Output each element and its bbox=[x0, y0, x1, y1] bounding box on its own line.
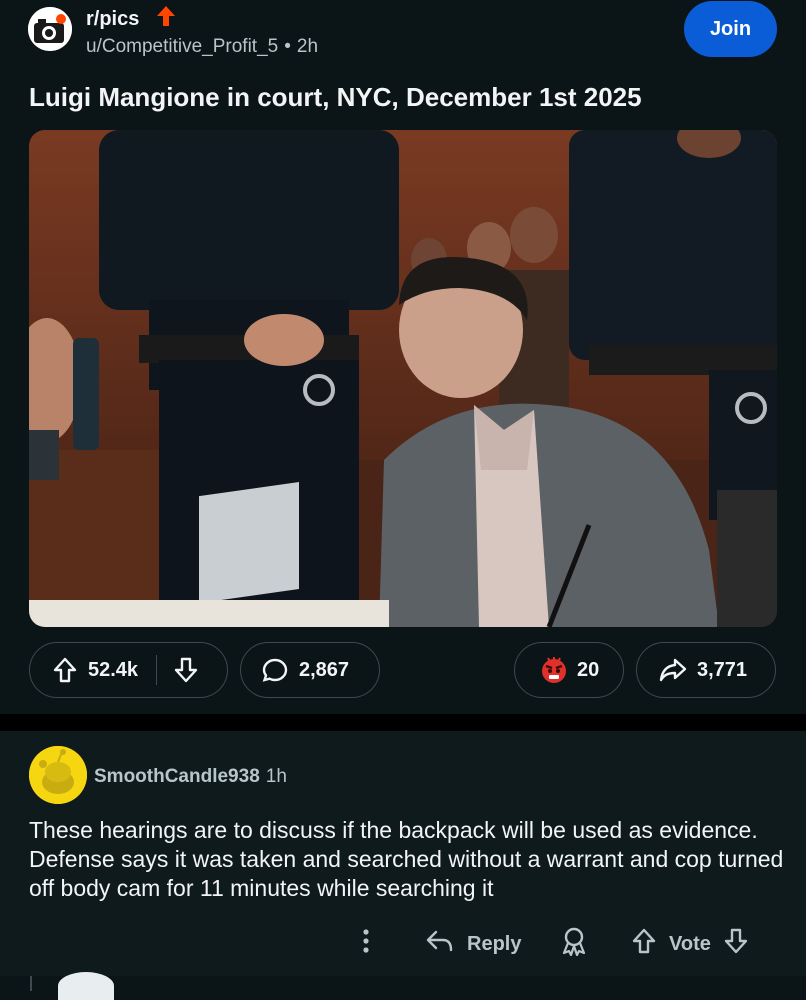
comment-body: These hearings are to discuss if the bac… bbox=[29, 817, 784, 901]
snoo-avatar-icon bbox=[29, 746, 87, 804]
reply-button[interactable]: Reply bbox=[425, 924, 521, 964]
arrow-up-icon bbox=[149, 5, 177, 30]
subreddit-name[interactable]: r/pics bbox=[86, 8, 139, 30]
comment-username[interactable]: SmoothCandle938 bbox=[94, 766, 260, 787]
share-icon bbox=[659, 657, 687, 683]
camera-logo-icon bbox=[28, 7, 72, 51]
comment: SmoothCandle938 1h These hearings are to … bbox=[0, 731, 806, 976]
award-icon bbox=[560, 926, 588, 962]
reply-icon bbox=[425, 928, 453, 960]
comment-time: 1h bbox=[265, 766, 287, 787]
separator-dot: • bbox=[284, 36, 291, 57]
reply-label: Reply bbox=[467, 932, 522, 955]
post-actions: 52.4k 2,867 20 3,771 bbox=[0, 642, 806, 700]
award-count: 20 bbox=[577, 658, 600, 681]
downvote-icon[interactable] bbox=[723, 927, 749, 961]
comment-avatar[interactable] bbox=[29, 746, 87, 804]
comment-actions: Reply Vote bbox=[0, 924, 806, 964]
share-button[interactable]: 3,771 bbox=[636, 642, 776, 698]
upvote-icon[interactable] bbox=[52, 656, 78, 684]
join-button[interactable]: Join bbox=[684, 1, 777, 57]
comment-count: 2,867 bbox=[299, 658, 350, 681]
vote-pill: 52.4k bbox=[29, 642, 228, 698]
comment-vote: Vote bbox=[631, 924, 749, 964]
upvote-count: 52.4k bbox=[88, 658, 139, 681]
comment-icon bbox=[261, 656, 289, 684]
courtroom-photo bbox=[29, 130, 777, 627]
comments-button[interactable]: 2,867 bbox=[240, 642, 380, 698]
more-vertical-icon bbox=[358, 926, 374, 962]
post-meta: u/Competitive_Profit_5 • 2h bbox=[86, 36, 318, 58]
subreddit-avatar[interactable] bbox=[28, 7, 72, 51]
thread-line[interactable] bbox=[30, 976, 32, 991]
author-name[interactable]: u/Competitive_Profit_5 bbox=[86, 36, 278, 57]
more-options-button[interactable] bbox=[358, 924, 374, 964]
next-comment-avatar[interactable] bbox=[58, 972, 114, 1000]
angry-face-award-icon bbox=[539, 655, 569, 685]
vote-label: Vote bbox=[669, 932, 711, 955]
section-divider bbox=[0, 714, 806, 731]
post-time: 2h bbox=[296, 36, 319, 57]
post: r/pics u/Competitive_Profit_5 • 2h Join Lu… bbox=[0, 0, 806, 714]
upvote-icon[interactable] bbox=[631, 927, 657, 961]
awards-button[interactable]: 20 bbox=[514, 642, 624, 698]
downvote-icon[interactable] bbox=[173, 656, 199, 684]
next-comment-preview bbox=[0, 976, 806, 991]
post-image[interactable] bbox=[29, 130, 777, 627]
vote-separator bbox=[156, 655, 158, 685]
post-title[interactable]: Luigi Mangione in court, NYC, December 1… bbox=[29, 82, 642, 113]
give-award-button[interactable] bbox=[560, 924, 588, 964]
share-count: 3,771 bbox=[697, 658, 748, 681]
